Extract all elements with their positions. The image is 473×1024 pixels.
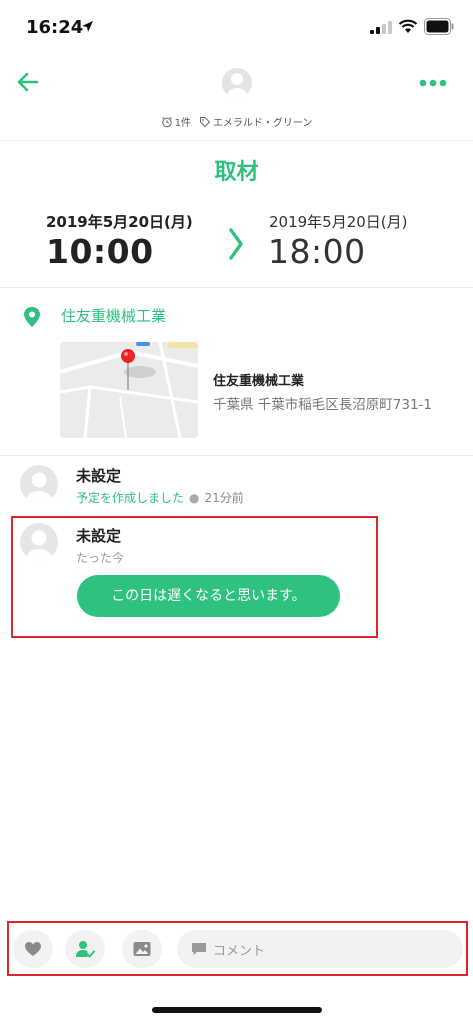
place-name: 住友重機械工業	[213, 374, 305, 389]
attend-person-icon	[76, 941, 95, 958]
like-button[interactable]	[13, 930, 53, 968]
map-graphic	[60, 342, 198, 438]
avatar[interactable]	[20, 523, 58, 561]
color-tag-label: エメラルド・グリーン	[212, 118, 313, 129]
map-pin-icon	[24, 307, 40, 327]
activity-user-name: 未設定	[76, 467, 122, 485]
alarm-clock-icon	[161, 116, 172, 127]
comment-bubble[interactable]: この日は遅くなると思います。	[77, 575, 340, 617]
home-indicator[interactable]	[152, 1007, 322, 1013]
end-time: 18:00	[268, 232, 366, 271]
owner-avatar[interactable]	[222, 68, 252, 98]
end-date: 2019年5月20日(月)	[269, 213, 408, 231]
location-arrow-icon	[82, 21, 93, 32]
start-time: 10:00	[46, 232, 154, 271]
event-meta-row: 1件 エメラルド・グリーン	[0, 114, 473, 129]
image-icon	[133, 942, 151, 956]
comment-placeholder: コメント	[213, 944, 266, 959]
activity-meta: 予定を作成しました ● 21分前	[76, 489, 244, 506]
map-thumbnail[interactable]	[60, 342, 198, 438]
separator-dot: ●	[189, 491, 200, 505]
status-bar: 16:24	[0, 0, 473, 58]
avatar[interactable]	[20, 465, 58, 503]
place-address: 千葉県 千葉市稲毛区長沼原町731-1	[213, 397, 433, 413]
chevron-right-icon	[229, 228, 243, 260]
back-arrow-icon[interactable]	[14, 68, 42, 96]
tag-icon	[199, 116, 211, 127]
divider	[0, 140, 473, 141]
comment-time: たった今	[76, 551, 125, 565]
event-title: 取材	[214, 160, 259, 185]
divider	[0, 287, 473, 288]
heart-icon	[25, 942, 41, 956]
status-time: 16:24	[26, 17, 84, 38]
location-link[interactable]: 住友重機械工業	[61, 305, 166, 326]
signal-icon	[370, 21, 392, 34]
wifi-icon	[398, 19, 418, 33]
avatar-placeholder-icon	[26, 472, 52, 503]
attend-button[interactable]	[65, 930, 105, 968]
avatar-placeholder-icon	[26, 530, 52, 561]
avatar-placeholder-icon	[227, 73, 247, 98]
add-image-button[interactable]	[122, 930, 162, 968]
comment-input[interactable]: コメント	[177, 930, 463, 968]
battery-icon	[424, 18, 454, 35]
reminder-count: 1件	[174, 118, 191, 129]
comment-user-name: 未設定	[76, 527, 122, 545]
activity-time: 21分前	[204, 491, 244, 505]
divider	[0, 455, 473, 456]
activity-action: 予定を作成しました	[76, 491, 185, 505]
more-options-icon[interactable]	[418, 78, 448, 88]
start-date: 2019年5月20日(月)	[46, 213, 193, 231]
comment-icon	[192, 943, 206, 955]
